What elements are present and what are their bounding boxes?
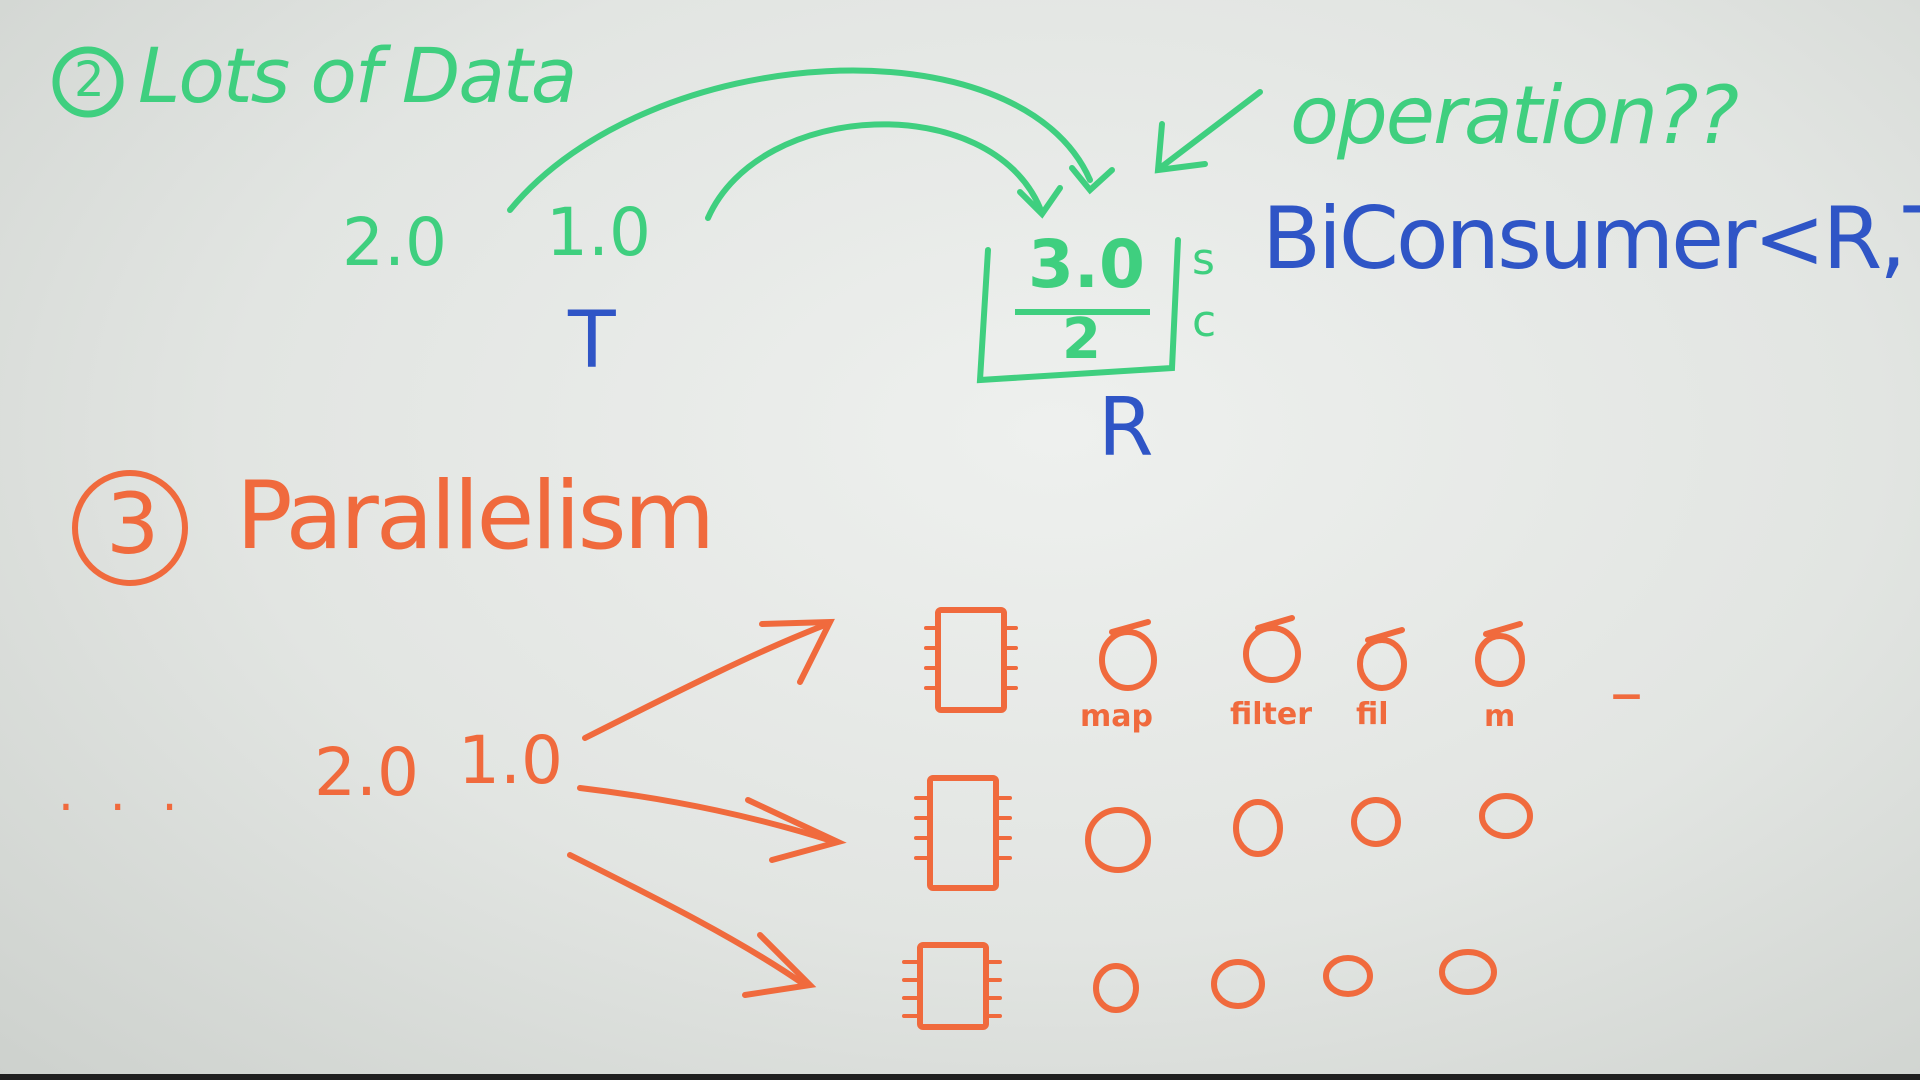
op-label-filter: filter [1230,697,1313,732]
biconsumer-label: BiConsumer<R,T> [1262,189,1920,289]
operation-label: operation?? [1290,69,1739,162]
result-side-s: s [1192,234,1215,285]
op-circles-row-3 [1093,949,1497,1013]
stream-value-2: 1.0 [458,722,563,799]
op-label-map: map [1080,699,1153,734]
arrow-bottom [567,852,808,988]
cpu-chip-1 [924,607,1018,713]
arrow-curve-inner [705,121,1043,221]
board-bottom-edge [0,1074,1920,1080]
data-value-1: 2.0 [342,204,447,281]
stream-ellipsis: . . . [58,764,188,822]
stream-value-1: 2.0 [314,734,419,811]
result-value-top: 3.0 [1028,226,1145,303]
cpu-chip-3 [902,942,1002,1030]
trailing-dash: – [1610,654,1643,731]
whiteboard: 2 Lots of Data 2.0 1.0 T 3.0 2 s c R ope… [0,0,1920,1080]
section-2-heading: Lots of Data [138,31,577,120]
type-label-r: R [1098,381,1154,474]
arrow-middle [577,785,838,845]
cpu-chip-2 [914,775,1012,891]
section-2-number: 2 [74,52,105,108]
operation-arrow [1157,89,1263,171]
op-label-fil: fil [1356,697,1389,732]
op-label-m: m [1484,699,1516,734]
data-value-2: 1.0 [546,194,651,271]
type-label-t: T [568,296,616,386]
section-3-heading: Parallelism [236,462,715,571]
op-circles-row-2 [1085,793,1533,873]
result-side-c: c [1192,296,1217,347]
arrow-top-head [759,618,835,685]
arrow-top [582,622,828,741]
section-3-number: 3 [106,475,160,573]
result-value-bottom: 2 [1062,307,1101,372]
op-circles-row-1 [1099,615,1525,691]
